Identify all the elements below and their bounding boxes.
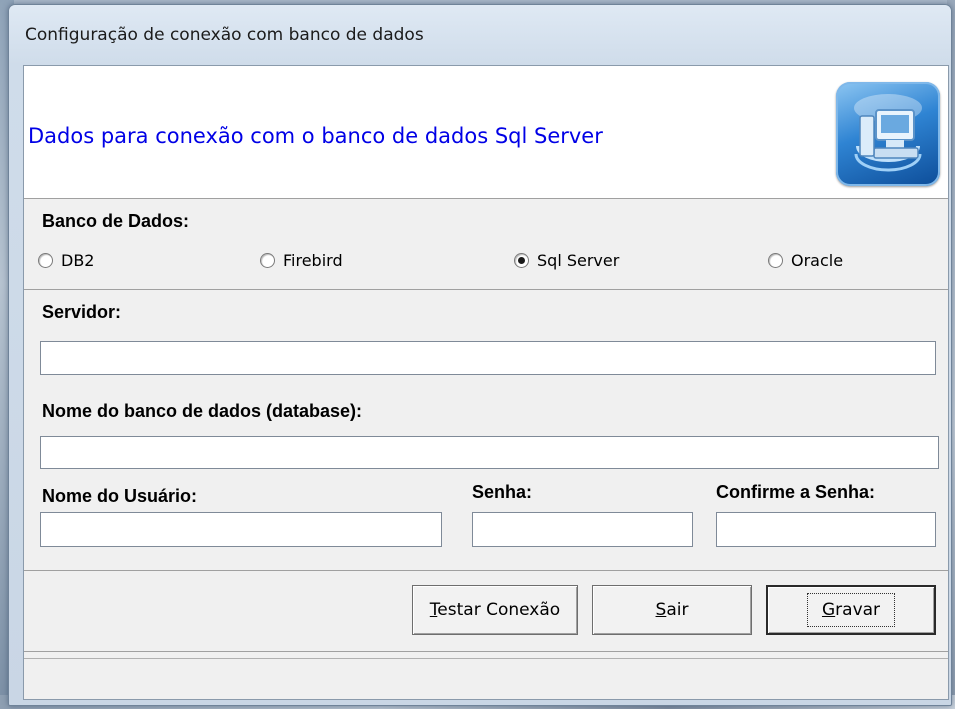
window-title: Configuração de conexão com banco de dad… xyxy=(25,25,424,45)
database-computer-icon xyxy=(836,82,940,186)
dialog-window: Configuração de conexão com banco de dad… xyxy=(8,4,952,706)
save-button[interactable]: Gravar xyxy=(766,585,936,635)
status-bar xyxy=(24,658,948,699)
radio-sql-server-label: Sql Server xyxy=(537,251,620,270)
radio-button-selected-icon[interactable] xyxy=(514,253,529,268)
header-banner: Dados para conexão com o banco de dados … xyxy=(24,66,948,199)
server-input[interactable] xyxy=(40,341,936,375)
server-label: Servidor: xyxy=(42,302,122,322)
exit-button[interactable]: Sair xyxy=(592,585,752,635)
test-connection-button[interactable]: Testar Conexão xyxy=(412,585,578,635)
confirm-password-input[interactable] xyxy=(716,512,936,547)
test-connection-button-label: Testar Conexão xyxy=(429,600,561,620)
database-type-group: Banco de Dados: DB2 Firebird Sql Server … xyxy=(24,199,948,290)
database-type-label: Banco de Dados: xyxy=(42,211,190,231)
password-label: Senha: xyxy=(472,482,533,502)
user-name-input[interactable] xyxy=(40,512,442,547)
radio-button-icon[interactable] xyxy=(768,253,783,268)
database-name-label: Nome do banco de dados (database): xyxy=(42,401,363,421)
user-name-label: Nome do Usuário: xyxy=(42,486,198,506)
password-input[interactable] xyxy=(472,512,693,547)
radio-oracle[interactable]: Oracle xyxy=(768,251,843,270)
radio-db2[interactable]: DB2 xyxy=(38,251,94,270)
save-button-label: Gravar xyxy=(806,593,896,627)
header-title: Dados para conexão com o banco de dados … xyxy=(28,124,603,148)
dialog-client-area: Dados para conexão com o banco de dados … xyxy=(23,65,949,700)
exit-button-label: Sair xyxy=(655,600,689,620)
radio-oracle-label: Oracle xyxy=(791,251,844,270)
confirm-password-label: Confirme a Senha: xyxy=(716,482,876,502)
radio-button-icon[interactable] xyxy=(260,253,275,268)
radio-button-icon[interactable] xyxy=(38,253,53,268)
radio-firebird-label: Firebird xyxy=(283,251,343,270)
radio-sql-server[interactable]: Sql Server xyxy=(514,251,619,270)
radio-db2-label: DB2 xyxy=(61,251,95,270)
database-name-input[interactable] xyxy=(40,436,939,469)
button-panel: Testar Conexão Sair Gravar xyxy=(24,570,948,652)
radio-firebird[interactable]: Firebird xyxy=(260,251,343,270)
